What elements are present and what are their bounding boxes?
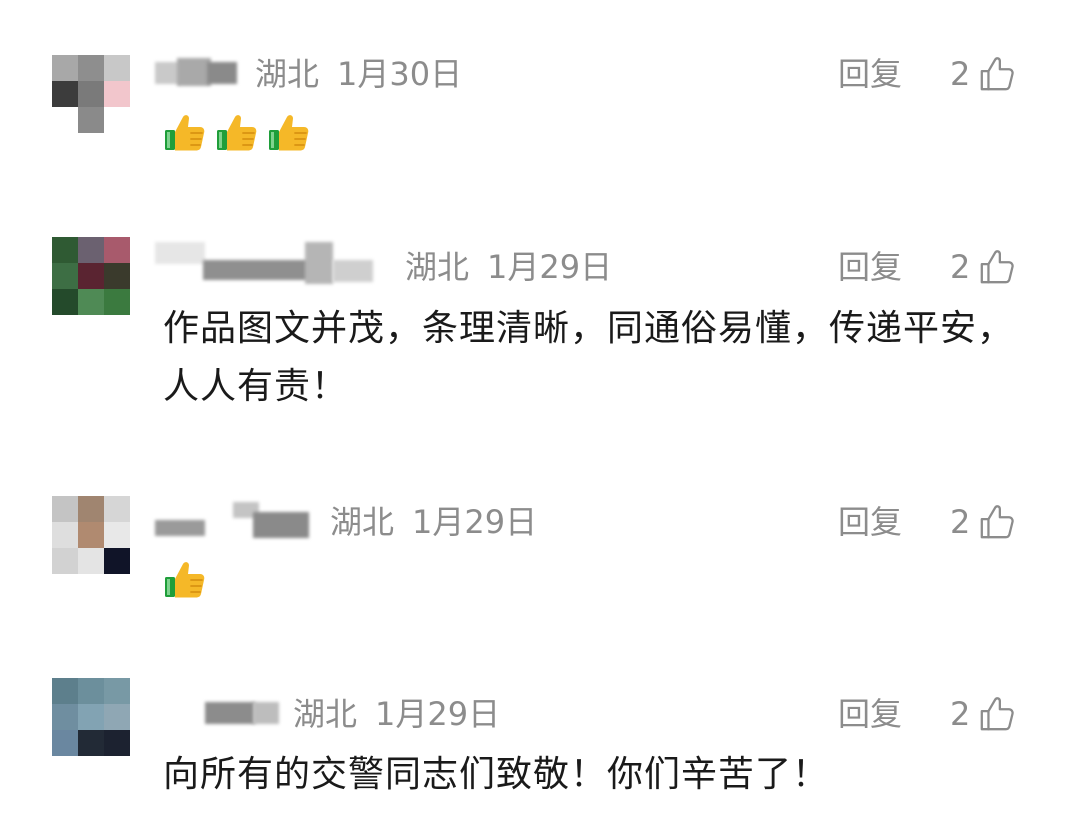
comment-meta: 湖北 1月29日 [293,694,500,734]
thumbs-up-outline-icon [978,503,1016,541]
username-redacted[interactable] [155,236,390,298]
comment-meta: 湖北 1月29日 [330,502,537,542]
avatar[interactable] [52,237,130,315]
username-redacted[interactable] [155,494,315,556]
like-button[interactable]: 2 [950,245,1016,289]
comment-meta: 湖北 1月30日 [255,54,462,94]
comment-text: 作品图文并茂，条理清晰，同通俗易懂，传递平安，人人有责！ [163,308,1015,407]
thumbs-up-outline-icon [978,55,1016,93]
thumbs-up-outline-icon [978,248,1016,286]
like-button[interactable]: 2 [950,692,1016,736]
reply-button[interactable]: 回复 [838,245,902,289]
avatar[interactable] [52,496,130,574]
comment-date: 1月29日 [487,248,613,286]
username-redacted[interactable] [155,52,245,114]
comment-date: 1月30日 [337,55,463,93]
comment-emoji-row [163,110,311,154]
comment-date: 1月29日 [375,695,501,733]
like-count: 2 [950,503,971,541]
location-label: 湖北 [405,248,470,286]
username-redacted[interactable] [195,690,290,752]
thumbs-up-emoji-icon [267,110,311,154]
avatar[interactable] [52,55,130,133]
like-count: 2 [950,55,971,93]
comment-actions: 回复 2 [838,692,1038,736]
comment-actions: 回复 2 [838,245,1038,289]
like-button[interactable]: 2 [950,52,1016,96]
like-button[interactable]: 2 [950,500,1016,544]
like-count: 2 [950,248,971,286]
thumbs-up-emoji-icon [215,110,259,154]
reply-button[interactable]: 回复 [838,692,902,736]
thumbs-up-outline-icon [978,695,1016,733]
like-count: 2 [950,695,971,733]
location-label: 湖北 [293,695,358,733]
comment-actions: 回复 2 [838,500,1038,544]
thumbs-up-emoji-icon [163,110,207,154]
location-label: 湖北 [330,503,395,541]
comment-actions: 回复 2 [838,52,1038,96]
avatar[interactable] [52,678,130,756]
reply-button[interactable]: 回复 [838,500,902,544]
comment-emoji-row [163,557,207,601]
reply-button[interactable]: 回复 [838,52,902,96]
thumbs-up-emoji-icon [163,557,207,601]
comment-text: 向所有的交警同志们致敬！你们辛苦了！ [163,754,830,795]
location-label: 湖北 [255,55,320,93]
comment-meta: 湖北 1月29日 [405,247,612,287]
comment-date: 1月29日 [412,503,538,541]
